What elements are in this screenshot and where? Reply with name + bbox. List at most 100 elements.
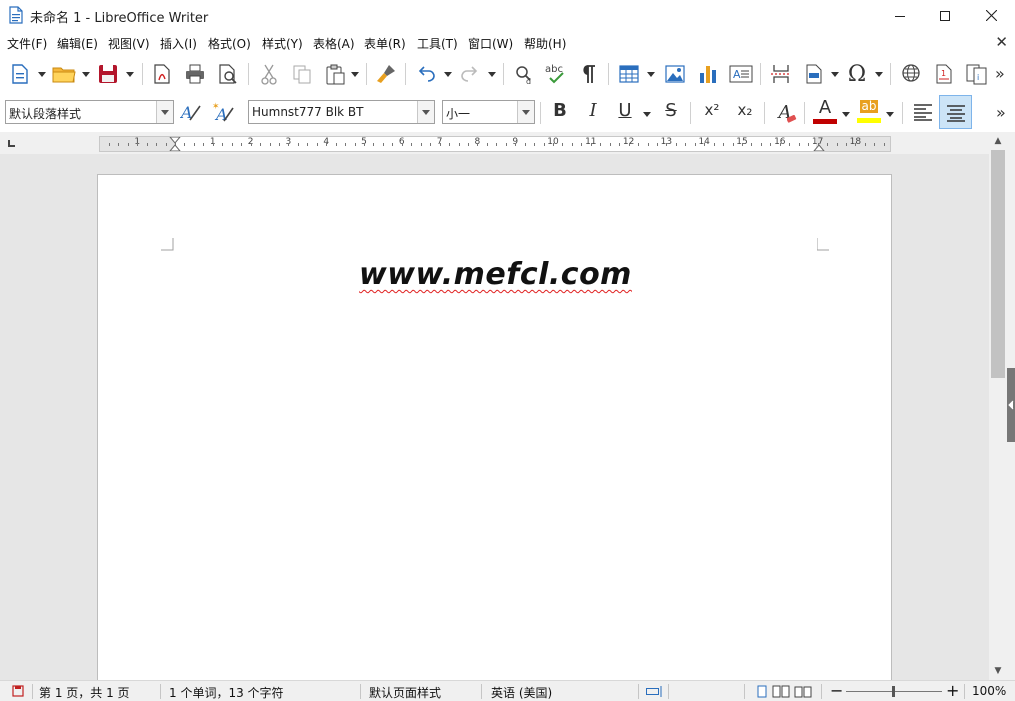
font-size-select[interactable]: 小一 — [442, 100, 535, 124]
language[interactable]: 英语 (美国) — [491, 684, 552, 701]
tab-stop-type-icon[interactable] — [8, 140, 15, 147]
clear-formatting-button[interactable]: A — [772, 99, 798, 125]
save-dropdown-arrow[interactable] — [125, 61, 135, 87]
open-dropdown-arrow[interactable] — [81, 61, 91, 87]
insert-table-button[interactable] — [616, 61, 642, 87]
menu-insert[interactable]: 插入(I) — [160, 35, 197, 52]
formatting-marks-button[interactable] — [576, 61, 602, 87]
cut-button[interactable] — [256, 61, 282, 87]
clone-formatting-button[interactable] — [373, 61, 399, 87]
undo-dropdown-arrow[interactable] — [443, 61, 453, 87]
more-options-icon[interactable]: » — [996, 103, 1006, 122]
special-character-dropdown-arrow[interactable] — [874, 61, 884, 87]
chevron-down-icon[interactable] — [417, 101, 434, 123]
chevron-down-icon[interactable] — [517, 101, 534, 123]
font-color-dropdown-arrow[interactable] — [841, 101, 851, 127]
chevron-down-icon[interactable] — [156, 101, 173, 123]
right-indent-marker-icon[interactable] — [813, 137, 825, 151]
align-left-button[interactable] — [910, 99, 936, 125]
single-page-view-icon[interactable] — [757, 685, 768, 698]
underline-button[interactable]: U — [613, 100, 637, 121]
find-replace-button[interactable]: d — [511, 61, 537, 87]
align-center-button[interactable] — [939, 95, 972, 129]
insert-page-break-button[interactable] — [768, 61, 794, 87]
copy-button[interactable] — [289, 61, 315, 87]
status-separator — [160, 684, 161, 699]
document-modified-icon[interactable] — [12, 685, 24, 697]
font-color-button[interactable]: A — [812, 98, 838, 124]
export-pdf-button[interactable] — [149, 61, 175, 87]
more-options-icon[interactable]: » — [995, 64, 1005, 83]
close-window-button[interactable] — [968, 0, 1014, 31]
close-document-icon[interactable]: ✕ — [995, 33, 1008, 51]
redo-button[interactable] — [457, 61, 483, 87]
print-button[interactable] — [182, 61, 208, 87]
selection-mode-icon[interactable] — [646, 686, 664, 697]
menu-format[interactable]: 格式(O) — [208, 35, 251, 52]
new-document-button[interactable] — [7, 61, 33, 87]
menu-edit[interactable]: 编辑(E) — [57, 35, 98, 52]
new-dropdown-arrow[interactable] — [37, 61, 47, 87]
subscript-button[interactable]: x₂ — [732, 101, 758, 119]
maximize-button[interactable] — [922, 0, 968, 31]
table-dropdown-arrow[interactable] — [646, 61, 656, 87]
menu-view[interactable]: 视图(V) — [108, 35, 150, 52]
insert-hyperlink-button[interactable] — [898, 61, 924, 87]
indent-marker-icon[interactable] — [169, 137, 181, 151]
vertical-scrollbar[interactable]: ▲ ▼ — [989, 132, 1015, 680]
undo-button[interactable] — [413, 61, 439, 87]
menu-form[interactable]: 表单(R) — [364, 35, 406, 52]
zoom-level[interactable]: 100% — [972, 684, 1006, 698]
menu-window[interactable]: 窗口(W) — [468, 35, 513, 52]
ruler-tick — [458, 143, 460, 146]
horizontal-ruler[interactable]: 1 1 2 3 4 5 6 7 8 9 10 11 12 13 14 15 16 17 18 — [99, 136, 891, 152]
insert-textbox-button[interactable]: A — [728, 61, 754, 87]
superscript-button[interactable]: x² — [699, 101, 725, 119]
paragraph-style-select[interactable]: 默认段落样式 — [5, 100, 174, 124]
insert-image-button[interactable] — [662, 61, 688, 87]
special-character-button[interactable]: Ω — [844, 61, 870, 87]
menu-styles[interactable]: 样式(Y) — [262, 35, 303, 52]
insert-chart-button[interactable] — [695, 61, 721, 87]
underline-dropdown-arrow[interactable] — [642, 101, 652, 127]
menu-file[interactable]: 文件(F) — [7, 35, 47, 52]
paste-button[interactable] — [322, 61, 348, 87]
italic-button[interactable]: I — [581, 100, 605, 121]
document-page[interactable]: www.mefcl.com — [97, 174, 892, 680]
insert-field-button[interactable] — [801, 61, 827, 87]
multi-page-view-icon[interactable] — [772, 685, 790, 698]
sidebar-toggle-handle[interactable] — [1007, 368, 1015, 442]
update-style-button[interactable]: A — [179, 99, 205, 125]
menu-help[interactable]: 帮助(H) — [524, 35, 566, 52]
spelling-button[interactable]: abc — [543, 61, 569, 87]
strikethrough-button[interactable]: S — [659, 100, 683, 121]
highlight-color-button[interactable]: ab — [856, 98, 882, 124]
word-count[interactable]: 1 个单词，13 个字符 — [169, 684, 284, 701]
scroll-down-icon[interactable]: ▼ — [991, 664, 1005, 678]
document-text[interactable]: www.mefcl.com — [98, 257, 893, 292]
zoom-slider-thumb[interactable] — [892, 686, 895, 697]
new-style-button[interactable]: A ✶ — [211, 99, 237, 125]
book-view-icon[interactable] — [794, 685, 812, 698]
field-dropdown-arrow[interactable] — [830, 61, 840, 87]
bold-button[interactable]: B — [548, 100, 572, 121]
font-name-select[interactable]: Humnst777 Blk BT — [248, 100, 435, 124]
insert-cross-reference-button[interactable]: i — [964, 61, 990, 87]
print-preview-button[interactable] — [215, 61, 241, 87]
zoom-in-icon[interactable]: + — [946, 681, 959, 700]
menu-tools[interactable]: 工具(T) — [417, 35, 458, 52]
redo-dropdown-arrow[interactable] — [487, 61, 497, 87]
page-style[interactable]: 默认页面样式 — [369, 684, 441, 701]
insert-footnote-button[interactable]: 1 — [931, 61, 957, 87]
paste-dropdown-arrow[interactable] — [350, 61, 360, 87]
ruler-tick — [449, 143, 451, 146]
page-count[interactable]: 第 1 页，共 1 页 — [39, 684, 130, 701]
zoom-out-icon[interactable]: − — [830, 681, 843, 700]
minimize-button[interactable] — [877, 0, 923, 31]
save-button[interactable] — [95, 61, 121, 87]
menu-table[interactable]: 表格(A) — [313, 35, 355, 52]
highlight-dropdown-arrow[interactable] — [885, 101, 895, 127]
scroll-up-icon[interactable]: ▲ — [991, 134, 1005, 148]
open-button[interactable] — [51, 61, 77, 87]
scroll-thumb[interactable] — [991, 150, 1005, 378]
